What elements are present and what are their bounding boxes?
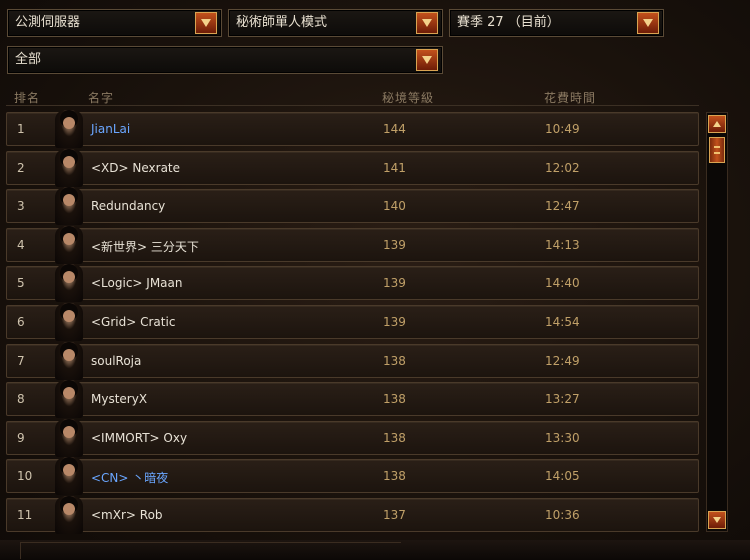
- mode-dropdown[interactable]: 秘術師單人模式: [228, 9, 443, 37]
- row-rank: 9: [17, 430, 25, 445]
- leaderboard-row[interactable]: 4 <新世界> 三分天下 139 14:13: [6, 225, 699, 264]
- leaderboard-row[interactable]: 6 <Grid> Cratic 139 14:54: [6, 303, 699, 341]
- row-time-spent: 12:47: [545, 199, 580, 214]
- row-time-spent: 12:02: [545, 160, 580, 175]
- row-player-name[interactable]: <新世界> 三分天下: [91, 238, 199, 255]
- row-time-spent: 10:49: [545, 122, 580, 136]
- wizard-portrait-icon: [55, 341, 83, 380]
- wizard-portrait-icon: [55, 148, 83, 187]
- row-rank: 8: [17, 392, 25, 407]
- leaderboard-row[interactable]: 5 <Logic> JMaan 139 14:40: [6, 264, 699, 303]
- row-player-name[interactable]: MysteryX: [91, 392, 147, 406]
- leaderboard-row[interactable]: 10 <CN> 丶暗夜 138 14:05: [6, 457, 699, 496]
- leaderboard-row[interactable]: 11 <mXr> Rob 137 10:36: [6, 496, 699, 534]
- column-header-rank: 排名: [14, 91, 41, 105]
- row-player-name[interactable]: <mXr> Rob: [91, 508, 163, 522]
- season-dropdown[interactable]: 賽季 27 （目前）: [449, 9, 664, 37]
- row-time-spent: 13:27: [545, 392, 580, 407]
- leaderboard-row[interactable]: 3 Redundancy 140 12:47: [6, 187, 699, 226]
- leaderboard-row[interactable]: 2 <XD> Nexrate 141 12:02: [6, 148, 699, 187]
- arrow-up-icon[interactable]: [708, 115, 726, 133]
- row-player-name[interactable]: <Grid> Cratic: [91, 315, 175, 329]
- row-player-name[interactable]: <Logic> JMaan: [91, 276, 183, 290]
- row-time-spent: 14:13: [545, 237, 580, 252]
- row-rank: 2: [17, 160, 25, 175]
- row-player-name[interactable]: soulRoja: [91, 354, 141, 368]
- row-rift-level: 144: [383, 122, 406, 136]
- row-rift-level: 138: [383, 353, 406, 368]
- row-rank: 1: [17, 122, 25, 136]
- row-player-name[interactable]: Redundancy: [91, 199, 165, 213]
- wizard-portrait-icon: [55, 187, 83, 226]
- server-dropdown-value: 公測伺服器: [15, 15, 81, 30]
- chevron-down-icon[interactable]: [637, 12, 659, 34]
- wizard-portrait-icon: [55, 303, 83, 341]
- wizard-portrait-icon: [55, 264, 83, 303]
- row-time-spent: 14:54: [545, 315, 580, 329]
- bottom-frame: [0, 540, 750, 560]
- server-dropdown[interactable]: 公測伺服器: [7, 9, 222, 37]
- column-header-name: 名字: [88, 91, 115, 105]
- row-rift-level: 140: [383, 199, 406, 214]
- row-time-spent: 10:36: [545, 508, 580, 522]
- row-rank: 10: [17, 469, 33, 484]
- row-rank: 7: [17, 353, 25, 368]
- row-time-spent: 14:40: [545, 276, 580, 291]
- row-rift-level: 139: [383, 315, 406, 329]
- row-rift-level: 138: [383, 392, 406, 407]
- leaderboard-scrollbar[interactable]: [706, 112, 728, 532]
- arrow-down-icon[interactable]: [708, 511, 726, 529]
- category-dropdown-value: 全部: [15, 52, 42, 67]
- row-rift-level: 137: [383, 508, 406, 522]
- row-rank: 11: [17, 508, 33, 522]
- leaderboard-row[interactable]: 8 MysteryX 138 13:27: [6, 380, 699, 419]
- row-time-spent: 14:05: [545, 469, 580, 484]
- row-rank: 4: [17, 237, 25, 252]
- wizard-portrait-icon: [55, 457, 83, 496]
- wizard-portrait-icon: [55, 418, 83, 457]
- row-player-name[interactable]: JianLai: [91, 122, 130, 136]
- wizard-portrait-icon: [55, 225, 83, 264]
- column-header-level: 秘境等級: [382, 91, 435, 105]
- season-dropdown-value: 賽季 27 （目前）: [457, 15, 560, 30]
- chevron-down-icon[interactable]: [416, 49, 438, 71]
- row-player-name[interactable]: <IMMORT> Oxy: [91, 431, 187, 445]
- row-rank: 3: [17, 199, 25, 214]
- wizard-portrait-icon: [55, 496, 83, 534]
- column-header-time: 花費時間: [544, 91, 597, 105]
- chevron-down-icon[interactable]: [195, 12, 217, 34]
- row-rift-level: 139: [383, 237, 406, 252]
- scrollbar-thumb[interactable]: [709, 137, 725, 163]
- leaderboard-row[interactable]: 7 soulRoja 138 12:49: [6, 341, 699, 380]
- leaderboard-row[interactable]: 9 <IMMORT> Oxy 138 13:30: [6, 418, 699, 457]
- row-rift-level: 138: [383, 430, 406, 445]
- row-time-spent: 13:30: [545, 430, 580, 445]
- row-time-spent: 12:49: [545, 353, 580, 368]
- row-rift-level: 141: [383, 160, 406, 175]
- row-rift-level: 139: [383, 276, 406, 291]
- row-rank: 5: [17, 276, 25, 291]
- row-player-name[interactable]: <CN> 丶暗夜: [91, 469, 168, 486]
- row-rift-level: 138: [383, 469, 406, 484]
- row-rank: 6: [17, 315, 25, 329]
- row-player-name[interactable]: <XD> Nexrate: [91, 161, 180, 175]
- wizard-portrait-icon: [55, 380, 83, 419]
- wizard-portrait-icon: [55, 110, 83, 148]
- header-divider: [6, 105, 699, 106]
- mode-dropdown-value: 秘術師單人模式: [236, 15, 328, 30]
- category-dropdown[interactable]: 全部: [7, 46, 443, 74]
- chevron-down-icon[interactable]: [416, 12, 438, 34]
- leaderboard-row[interactable]: 1 JianLai 144 10:49: [6, 110, 699, 148]
